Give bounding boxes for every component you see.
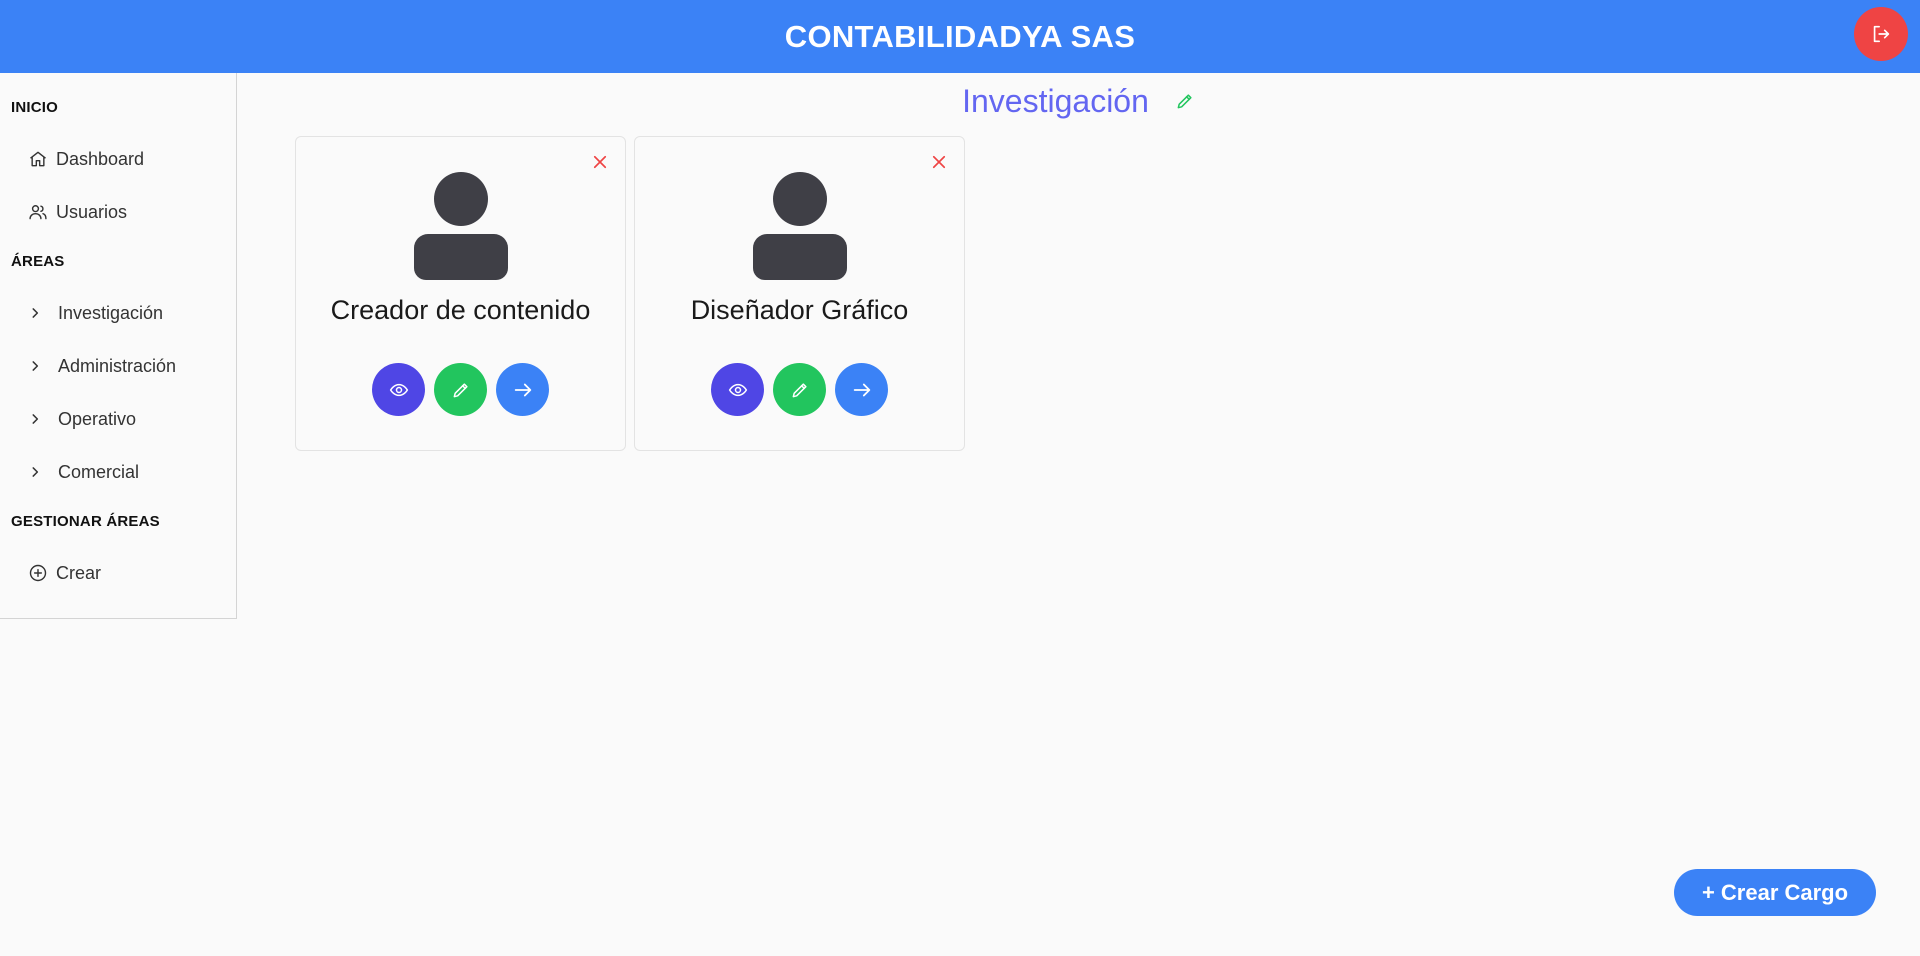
home-icon bbox=[30, 151, 46, 167]
sidebar-item-label: Comercial bbox=[58, 461, 140, 482]
arrow-right-icon bbox=[514, 383, 531, 396]
section-heading-areas: ÁREAS bbox=[11, 253, 65, 270]
open-button[interactable] bbox=[496, 363, 549, 416]
role-card: Diseñador Gráfico bbox=[634, 136, 965, 451]
close-icon bbox=[932, 155, 946, 169]
logout-icon bbox=[1873, 25, 1890, 43]
section-heading-gestionar: GESTIONAR ÁREAS bbox=[11, 513, 160, 530]
card-actions bbox=[296, 363, 625, 416]
eye-icon bbox=[389, 383, 408, 396]
sidebar-item-dashboard[interactable]: Dashboard bbox=[28, 145, 144, 173]
eye-icon bbox=[728, 383, 747, 396]
pencil-icon bbox=[792, 382, 807, 397]
edit-button[interactable] bbox=[434, 363, 487, 416]
chevron-right-icon bbox=[32, 414, 39, 424]
sidebar-item-label: Investigación bbox=[58, 302, 164, 323]
logout-button[interactable] bbox=[1854, 7, 1908, 61]
sidebar-item-investigacion[interactable]: Investigación bbox=[28, 299, 163, 327]
user-avatar-icon bbox=[752, 172, 847, 280]
role-card: Creador de contenido bbox=[295, 136, 626, 451]
area-title: Investigación bbox=[962, 82, 1149, 119]
sidebar-item-label: Dashboard bbox=[56, 148, 145, 169]
pencil-icon bbox=[1177, 94, 1192, 109]
section-heading-inicio: INICIO bbox=[11, 99, 59, 116]
card-actions bbox=[635, 363, 964, 416]
role-name: Diseñador Gráfico bbox=[690, 295, 909, 325]
sidebar-item-administracion[interactable]: Administración bbox=[28, 352, 176, 380]
top-bar: CONTABILIDADYA SAS bbox=[0, 0, 1920, 73]
view-button[interactable] bbox=[711, 363, 764, 416]
arrow-right-icon bbox=[853, 383, 870, 396]
app-title: CONTABILIDADYA SAS bbox=[784, 19, 1136, 54]
sidebar: INICIO Dashboard Usuarios ÁREAS Investig… bbox=[0, 73, 237, 619]
create-role-button[interactable]: + Crear Cargo bbox=[1674, 869, 1876, 916]
chevron-right-icon bbox=[32, 467, 39, 477]
sidebar-item-usuarios[interactable]: Usuarios bbox=[28, 198, 127, 226]
edit-button[interactable] bbox=[773, 363, 826, 416]
chevron-right-icon bbox=[32, 308, 39, 318]
user-avatar-icon bbox=[413, 172, 508, 280]
sidebar-item-label: Administración bbox=[58, 355, 177, 376]
plus-circle-icon bbox=[29, 564, 47, 582]
delete-role-button[interactable] bbox=[591, 153, 609, 171]
close-icon bbox=[593, 155, 607, 169]
sidebar-item-operativo[interactable]: Operativo bbox=[28, 405, 136, 433]
area-header: Investigación bbox=[237, 80, 1920, 122]
sidebar-item-label: Operativo bbox=[58, 408, 137, 429]
pencil-icon bbox=[453, 382, 468, 397]
chevron-right-icon bbox=[32, 361, 39, 371]
sidebar-item-label: Crear bbox=[56, 562, 102, 583]
users-icon bbox=[29, 205, 47, 220]
delete-role-button[interactable] bbox=[930, 153, 948, 171]
sidebar-item-comercial[interactable]: Comercial bbox=[28, 458, 139, 486]
sidebar-item-label: Usuarios bbox=[56, 201, 128, 222]
view-button[interactable] bbox=[372, 363, 425, 416]
sidebar-item-crear[interactable]: Crear bbox=[28, 559, 101, 587]
edit-area-button[interactable] bbox=[1175, 91, 1195, 111]
role-name: Creador de contenido bbox=[330, 295, 591, 325]
open-button[interactable] bbox=[835, 363, 888, 416]
